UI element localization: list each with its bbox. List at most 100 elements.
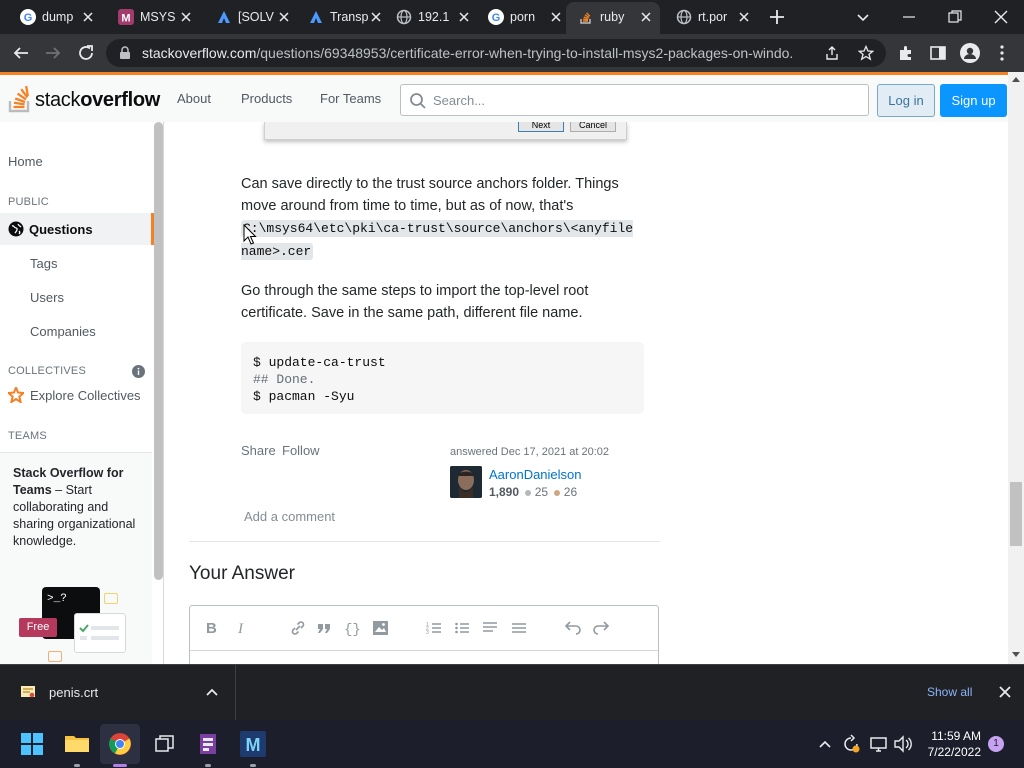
close-icon[interactable] xyxy=(80,9,96,25)
address-bar[interactable]: stackoverflow.com/questions/69348953/cer… xyxy=(106,39,886,67)
so-logo[interactable]: stackoverflow xyxy=(8,83,160,113)
sidebar-scrollbar[interactable] xyxy=(153,122,163,664)
menu-kebab-icon[interactable] xyxy=(996,44,1008,62)
close-icon[interactable] xyxy=(548,9,564,25)
horizontal-rule-icon[interactable] xyxy=(511,620,527,636)
share-icon[interactable] xyxy=(824,45,840,61)
heading-icon[interactable] xyxy=(482,620,498,636)
browser-tab[interactable]: rt.por xyxy=(664,0,762,34)
app-icon[interactable] xyxy=(197,732,219,756)
answer-paragraph: Go through the same steps to import the … xyxy=(241,283,589,321)
sidebar-item-home[interactable]: Home xyxy=(8,154,43,169)
close-icon[interactable] xyxy=(456,9,472,25)
notification-badge[interactable]: 1 xyxy=(988,736,1004,752)
extensions-icon[interactable] xyxy=(897,44,915,62)
minimize-icon[interactable] xyxy=(900,8,918,26)
file-explorer-icon[interactable] xyxy=(64,732,90,754)
add-comment-link[interactable]: Add a comment xyxy=(244,509,335,524)
undo-icon[interactable] xyxy=(564,619,582,637)
reload-icon[interactable] xyxy=(77,44,95,62)
bronze-badge-icon xyxy=(554,490,561,496)
page-scrollbar-thumb[interactable] xyxy=(1010,482,1022,546)
download-item[interactable]: penis.crt xyxy=(0,665,236,720)
browser-tab[interactable]: Transp xyxy=(296,0,394,34)
info-icon[interactable] xyxy=(132,365,145,378)
numbered-list-icon[interactable]: 123 xyxy=(426,620,442,636)
back-icon[interactable] xyxy=(12,44,30,62)
sidebar-item-companies[interactable]: Companies xyxy=(30,324,96,339)
sidebar-item-tags[interactable]: Tags xyxy=(30,256,57,271)
redo-icon[interactable] xyxy=(592,619,610,637)
close-icon[interactable] xyxy=(736,9,752,25)
windows-start-icon[interactable] xyxy=(21,733,43,755)
svg-text:{}: {} xyxy=(344,622,361,637)
blockquote-icon[interactable] xyxy=(316,620,332,636)
browser-tab[interactable]: 192.1 xyxy=(384,0,482,34)
side-panel-icon[interactable] xyxy=(929,44,947,62)
sidebar-heading-teams: TEAMS xyxy=(8,430,47,442)
tab-search-icon[interactable] xyxy=(854,8,872,26)
close-icon[interactable] xyxy=(638,9,654,25)
nav-about[interactable]: About xyxy=(177,91,211,106)
task-view-icon[interactable] xyxy=(154,733,176,755)
answer-editor[interactable]: B I {} 123 xyxy=(189,605,659,664)
browser-tab[interactable]: G porn xyxy=(476,0,574,34)
close-icon[interactable] xyxy=(276,9,292,25)
avatar[interactable] xyxy=(450,466,482,498)
answer-content: Next Cancel Can save directly to the tru… xyxy=(165,122,1008,664)
sidebar-scrollbar-thumb[interactable] xyxy=(154,122,163,580)
close-icon[interactable] xyxy=(178,9,194,25)
silver-badge-icon xyxy=(525,490,532,496)
new-tab-icon[interactable] xyxy=(768,8,786,26)
scroll-down-arrow-icon[interactable] xyxy=(1012,652,1020,658)
svg-text:M: M xyxy=(121,13,130,25)
show-all-button[interactable]: Show all xyxy=(927,685,972,699)
url-text: stackoverflow.com/questions/69348953/cer… xyxy=(142,45,792,61)
browser-tab[interactable]: M MSYS xyxy=(106,0,204,34)
clock-date[interactable]: 7/22/2022 xyxy=(921,745,981,759)
follow-link[interactable]: Follow xyxy=(282,443,320,458)
browser-tab-active[interactable]: ruby xyxy=(566,2,660,34)
window-close-icon[interactable] xyxy=(992,8,1010,26)
tab-title: rt.por xyxy=(698,10,728,24)
link-icon[interactable] xyxy=(289,620,307,636)
chevron-up-icon[interactable] xyxy=(205,686,219,698)
login-button[interactable]: Log in xyxy=(877,84,935,117)
restore-icon[interactable] xyxy=(946,8,964,26)
nav-for-teams[interactable]: For Teams xyxy=(320,91,381,106)
page-scrollbar[interactable] xyxy=(1008,72,1024,664)
forward-icon[interactable] xyxy=(44,44,62,62)
scroll-up-arrow-icon[interactable] xyxy=(1012,76,1020,82)
search-input[interactable]: Search... xyxy=(400,84,869,116)
code-braces-icon[interactable]: {} xyxy=(343,619,361,637)
share-link[interactable]: Share xyxy=(241,443,276,458)
browser-tab[interactable]: [SOLV xyxy=(204,0,302,34)
nav-products[interactable]: Products xyxy=(241,91,292,106)
close-icon[interactable] xyxy=(368,9,384,25)
taskbar-chrome-active[interactable] xyxy=(100,724,140,764)
code-block: $ update-ca-trust ## Done. $ pacman -Syu xyxy=(241,342,644,414)
user-name-link[interactable]: AaronDanielson xyxy=(489,467,582,482)
close-icon[interactable] xyxy=(998,685,1012,699)
sidebar-item-users[interactable]: Users xyxy=(30,290,64,305)
sync-icon[interactable] xyxy=(841,734,861,754)
bold-icon[interactable]: B xyxy=(204,620,220,636)
profile-icon[interactable] xyxy=(960,43,980,63)
bulleted-list-icon[interactable] xyxy=(454,620,470,636)
lock-icon[interactable] xyxy=(118,46,132,60)
image-icon[interactable] xyxy=(372,620,389,636)
tray-chevron-up-icon[interactable] xyxy=(818,738,832,750)
network-icon[interactable] xyxy=(869,735,889,753)
browser-tab[interactable]: G dump xyxy=(8,0,106,34)
collectives-star-icon xyxy=(8,387,24,403)
italic-icon[interactable]: I xyxy=(235,620,251,636)
bookmark-star-icon[interactable] xyxy=(858,45,874,61)
clock-time[interactable]: 11:59 AM xyxy=(931,729,981,743)
sidebar-item-explore-collectives[interactable]: Explore Collectives xyxy=(8,386,158,406)
volume-icon[interactable] xyxy=(893,735,913,753)
tab-title: MSYS xyxy=(140,10,176,24)
msys2-icon[interactable]: M xyxy=(240,731,266,757)
signup-button[interactable]: Sign up xyxy=(940,84,1007,117)
sidebar-item-questions[interactable]: Questions xyxy=(0,213,154,245)
svg-text:I: I xyxy=(237,621,244,636)
